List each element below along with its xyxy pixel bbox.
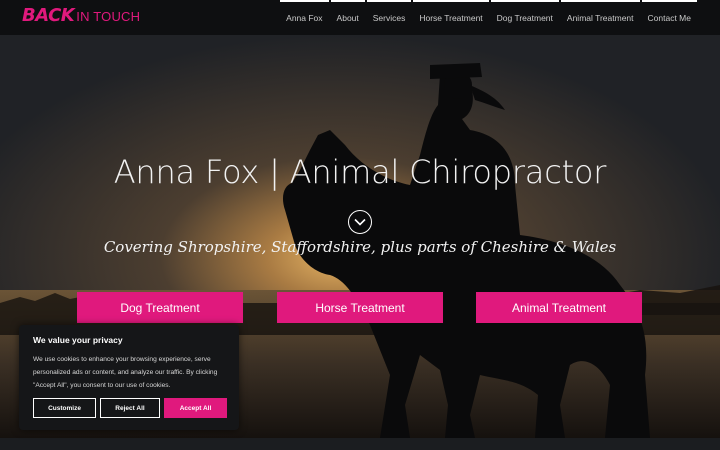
nav-item-services[interactable]: Services [366, 0, 413, 35]
logo-touch-text: IN TOUCH [76, 9, 141, 24]
nav-item-animal-treatment[interactable]: Animal Treatment [560, 0, 641, 35]
horse-treatment-button[interactable]: Horse Treatment [277, 292, 443, 323]
bottom-strip [0, 438, 720, 450]
cookie-consent-banner: We value your privacy We use cookies to … [19, 325, 239, 430]
nav-item-dog-treatment[interactable]: Dog Treatment [490, 0, 560, 35]
reject-all-button[interactable]: Reject All [100, 398, 160, 418]
scroll-down-button[interactable] [348, 210, 372, 234]
nav-item-horse-treatment[interactable]: Horse Treatment [412, 0, 489, 35]
nav-item-contact-me[interactable]: Contact Me [641, 0, 698, 35]
nav-item-about[interactable]: About [330, 0, 366, 35]
main-nav: Anna Fox About Services Horse Treatment … [279, 0, 698, 35]
dog-treatment-button[interactable]: Dog Treatment [77, 292, 243, 323]
site-logo[interactable]: BACK IN TOUCH [22, 5, 140, 27]
accept-all-button[interactable]: Accept All [164, 398, 227, 418]
chevron-down-icon [354, 218, 366, 226]
cookie-title: We value your privacy [33, 335, 123, 345]
site-header: BACK IN TOUCH Anna Fox About Services Hor… [0, 0, 720, 35]
hero-subtitle: Covering Shropshire, Staffordshire, plus… [103, 238, 617, 256]
animal-treatment-button[interactable]: Animal Treatment [476, 292, 642, 323]
cookie-text: We use cookies to enhance your browsing … [33, 356, 218, 389]
hero-title: Anna Fox | Animal Chiropractor [113, 153, 607, 191]
logo-back-text: BACK [22, 5, 75, 26]
nav-item-anna-fox[interactable]: Anna Fox [279, 0, 329, 35]
customize-button[interactable]: Customize [33, 398, 96, 418]
